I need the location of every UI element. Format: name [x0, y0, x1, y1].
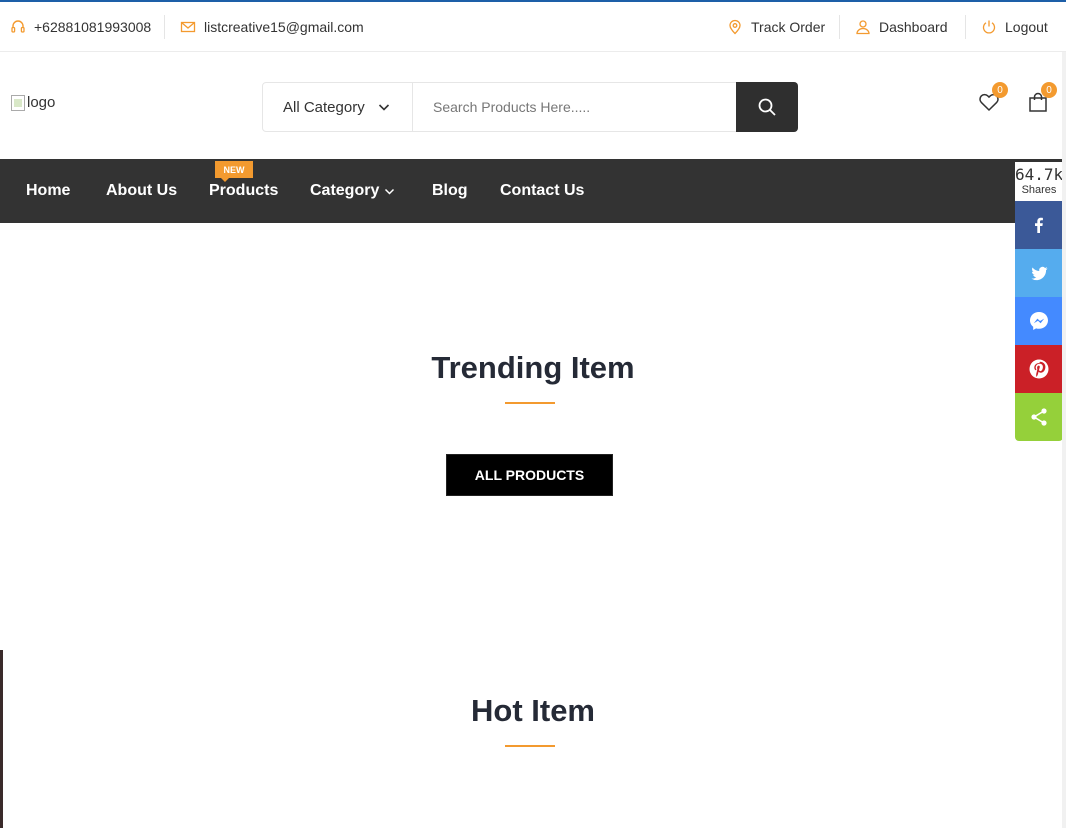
search-button[interactable] [736, 82, 798, 132]
divider [965, 15, 966, 39]
facebook-icon [1035, 217, 1043, 233]
page-scrollbar[interactable] [1062, 52, 1066, 828]
left-edge-element [0, 650, 3, 828]
share-count-number: 64.7k [1015, 165, 1063, 184]
share-messenger-button[interactable] [1015, 297, 1063, 345]
track-order-label: Track Order [751, 19, 826, 35]
dashboard-link[interactable]: Dashboard [855, 2, 948, 52]
nav-item-about-us[interactable]: About Us [106, 159, 177, 223]
nav-item-blog[interactable]: Blog [432, 159, 468, 223]
user-icon [855, 19, 871, 35]
nav-item-label: Home [26, 182, 71, 199]
category-select[interactable]: All Category [263, 83, 413, 131]
twitter-icon [1030, 266, 1048, 280]
mail-icon [180, 19, 196, 35]
dashboard-label: Dashboard [879, 19, 948, 35]
divider [164, 15, 165, 39]
main-nav: Home About Us Products Category Blog Con… [0, 159, 1066, 223]
share-facebook-button[interactable] [1015, 201, 1063, 249]
category-select-label: All Category [283, 98, 365, 116]
hot-item-title: Hot Item [471, 693, 595, 728]
wishlist-count-badge: 0 [992, 82, 1008, 98]
messenger-icon [1030, 312, 1048, 330]
share-count: 64.7k Shares [1015, 159, 1063, 201]
headset-icon [10, 19, 26, 35]
nav-item-label: Contact Us [500, 182, 585, 199]
cart-count-badge: 0 [1041, 82, 1057, 98]
nav-item-home[interactable]: Home [26, 159, 70, 223]
nav-item-label: Category [310, 182, 380, 199]
track-order-link[interactable]: Track Order [727, 2, 825, 52]
phone-number: +62881081993008 [34, 19, 152, 35]
share-pinterest-button[interactable] [1015, 345, 1063, 393]
nav-item-label: About Us [106, 182, 178, 199]
nav-item-label: Blog [432, 182, 468, 199]
logo-alt-text: logo [27, 94, 56, 111]
chevron-down-icon [377, 100, 391, 114]
wishlist-button[interactable]: 0 [977, 82, 1008, 114]
pinterest-icon [1029, 359, 1049, 379]
site-logo[interactable]: logo [11, 94, 55, 111]
nav-item-label: Products [209, 182, 279, 199]
share-sidebar: 64.7k Shares [1015, 159, 1063, 441]
logout-link[interactable]: Logout [981, 2, 1048, 52]
new-badge: NEW [215, 161, 253, 182]
all-products-button[interactable]: ALL PRODUCTS [446, 454, 613, 496]
nav-item-contact-us[interactable]: Contact Us [500, 159, 584, 223]
share-more-button[interactable] [1015, 393, 1063, 441]
location-pin-icon [727, 19, 743, 35]
email-contact[interactable]: listcreative15@gmail.com [180, 2, 364, 52]
share-count-label: Shares [1021, 184, 1057, 196]
logout-label: Logout [1005, 19, 1048, 35]
email-address: listcreative15@gmail.com [204, 19, 364, 35]
search-bar: All Category [262, 82, 798, 132]
title-underline [505, 402, 555, 404]
trending-title: Trending Item [431, 350, 635, 385]
top-bar: +62881081993008 listcreative15@gmail.com… [0, 2, 1066, 52]
share-twitter-button[interactable] [1015, 249, 1063, 297]
phone-contact[interactable]: +62881081993008 [10, 2, 151, 52]
site-header: logo All Category 0 0 [0, 52, 1066, 159]
cart-button[interactable]: 0 [1026, 82, 1057, 114]
search-input[interactable] [413, 83, 736, 131]
chevron-down-icon [384, 186, 395, 197]
nav-item-category[interactable]: Category [310, 159, 395, 223]
divider [839, 15, 840, 39]
title-underline [505, 745, 555, 747]
power-icon [981, 19, 997, 35]
share-icon [1031, 408, 1047, 426]
broken-image-icon [11, 94, 25, 111]
search-icon [758, 98, 776, 116]
